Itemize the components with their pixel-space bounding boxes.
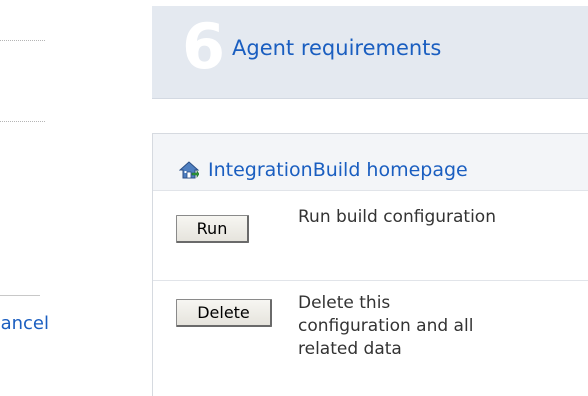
run-description: Run build configuration (298, 207, 496, 227)
action-row-delete: Delete Delete this configuration and all… (153, 281, 588, 396)
left-divider (0, 121, 45, 122)
left-divider (0, 295, 40, 296)
run-button[interactable]: Run (176, 215, 249, 243)
step-number: 6 (182, 10, 226, 83)
cancel-link[interactable]: Cancel (0, 313, 49, 334)
actions-panel: IntegrationBuild homepage Run Run build … (152, 133, 588, 396)
home-icon (179, 161, 199, 179)
step-header: 6 Agent requirements (152, 6, 588, 99)
homepage-link-label: IntegrationBuild homepage (208, 159, 468, 181)
delete-description: Delete this configuration and all relate… (298, 293, 474, 359)
step-title[interactable]: Agent requirements (232, 36, 441, 60)
panel-header: IntegrationBuild homepage (153, 134, 588, 191)
page: Cancel 6 Agent requirements IntegrationB… (0, 0, 588, 396)
left-divider (0, 40, 45, 41)
homepage-link[interactable]: IntegrationBuild homepage (179, 159, 468, 181)
action-row-run: Run Run build configuration (153, 191, 588, 281)
delete-button[interactable]: Delete (176, 299, 272, 327)
